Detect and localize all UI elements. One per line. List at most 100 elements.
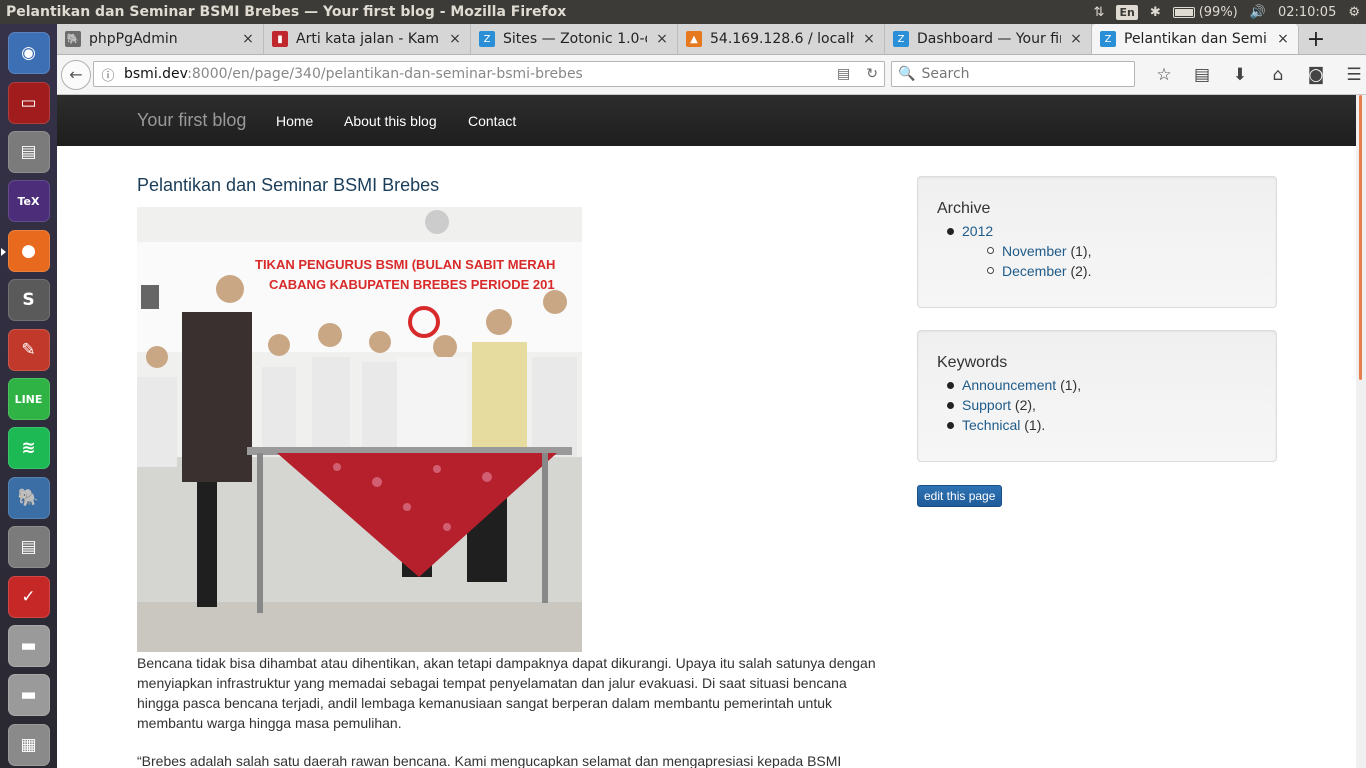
firefox-icon: ● [7, 229, 50, 272]
browser-tab[interactable]: ▲ 54.169.128.6 / localhos × [678, 24, 885, 54]
launcher-item[interactable]: ✓ [7, 573, 51, 619]
browser-navigation-bar: ← ⓘ bsmi.dev:8000/en/page/340/pelantikan… [57, 55, 1366, 95]
url-text[interactable]: bsmi.dev:8000/en/page/340/pelantikan-dan… [124, 66, 583, 82]
keywords-list: Announcement (1), Support (2), Technical… [947, 375, 1081, 435]
scrollbar-thumb[interactable] [1359, 95, 1362, 380]
texmaker-icon: TeX [7, 180, 50, 223]
keywords-heading: Keywords [937, 354, 1008, 371]
url-bar[interactable]: ⓘ bsmi.dev:8000/en/page/340/pelantikan-d… [93, 61, 885, 87]
network-icon[interactable]: ⇅ [1094, 5, 1105, 20]
window-title: Pelantikan dan Seminar BSMI Brebes — You… [6, 4, 567, 20]
launcher-item[interactable]: TeX [7, 178, 51, 224]
launcher-item[interactable]: ◉ [7, 30, 51, 76]
launcher-item[interactable]: ▬ [7, 672, 51, 718]
launcher-item[interactable]: ≋ [7, 425, 51, 471]
archive-month-link[interactable]: December [1002, 263, 1067, 279]
bookmark-star-icon[interactable]: ☆ [1145, 55, 1183, 95]
keyword-link-technical[interactable]: Technical [962, 417, 1020, 433]
battery-icon [1172, 6, 1195, 18]
photo-banner-line2: CABANG KABUPATEN BREBES PERIODE 201 [269, 277, 555, 292]
bookmarks-menu-icon[interactable]: ▤ [1183, 55, 1221, 95]
drive-icon: ▬ [7, 625, 50, 668]
archive-month-item: November (1), [987, 241, 1091, 261]
tab-close-icon[interactable]: × [241, 31, 255, 47]
keyword-item: Support (2), [947, 395, 1081, 415]
circle-bullet [987, 247, 994, 254]
home-icon[interactable]: ⌂ [1259, 55, 1297, 95]
browser-tab[interactable]: Z Pelantikan dan Semina × [1092, 24, 1299, 54]
tab-favicon-icon: Z [479, 31, 495, 47]
clock[interactable]: 02:10:05 [1278, 5, 1336, 20]
tab-close-icon[interactable]: × [655, 31, 669, 47]
unity-launcher: ◉ ▭ ▤ TeX ● S ✎ LINE ≋ 🐘 ▤ ✓ ▬ ▬ ▦ [0, 24, 57, 768]
ubuntu-dash-icon: ◉ [7, 32, 50, 75]
battery-indicator[interactable]: (99%) [1172, 5, 1238, 20]
launcher-item[interactable]: S [7, 277, 51, 323]
tab-title: 54.169.128.6 / localhos [710, 31, 854, 47]
browser-tab[interactable]: ▮ Arti kata jalan - Kamus × [264, 24, 471, 54]
pocket-icon[interactable]: ◙ [1297, 55, 1335, 95]
archive-heading: Archive [937, 200, 991, 217]
browser-tab[interactable]: Z Dashboard — Your fir × [885, 24, 1092, 54]
reload-icon[interactable]: ↻ [866, 66, 878, 82]
keyboard-layout-indicator[interactable]: En [1116, 4, 1138, 20]
search-icon: 🔍 [898, 66, 916, 82]
bullet [947, 402, 954, 409]
volume-icon[interactable]: 🔊 [1250, 5, 1266, 20]
tab-close-icon[interactable]: × [1069, 31, 1083, 47]
system-top-panel: Pelantikan dan Seminar BSMI Brebes — You… [0, 0, 1366, 24]
tab-close-icon[interactable]: × [862, 31, 876, 47]
search-bar[interactable]: 🔍 Search [891, 61, 1135, 87]
back-button[interactable]: ← [61, 59, 91, 90]
post-paragraph-2: “Brebes adalah salah satu daerah rawan b… [137, 753, 842, 768]
launcher-item[interactable]: ▬ [7, 623, 51, 669]
drive-2-icon: ▬ [7, 674, 50, 717]
post-title: Pelantikan dan Seminar BSMI Brebes [137, 175, 440, 195]
keyword-count: (2), [1011, 397, 1036, 413]
site-info-icon[interactable]: ⓘ [98, 65, 118, 84]
edit-page-button[interactable]: edit this page [917, 485, 1003, 507]
new-tab-button[interactable]: + [1299, 24, 1333, 54]
power-gear-icon[interactable]: ⚙ [1348, 5, 1360, 20]
line-app-icon: LINE [7, 378, 50, 421]
browser-tab[interactable]: 🐘 phpPgAdmin × [57, 24, 264, 54]
launcher-item[interactable]: 🐘 [7, 475, 51, 521]
archive-widget: Archive 2012 November (1), December (2). [917, 176, 1277, 308]
launcher-item[interactable]: LINE [7, 376, 51, 422]
keyword-link-support[interactable]: Support [962, 397, 1011, 413]
reader-view-icon[interactable]: ▤ [837, 66, 850, 82]
launcher-item[interactable]: ▭ [7, 79, 51, 125]
launcher-item[interactable]: ▦ [7, 722, 51, 768]
url-path: :8000/en/page/340/pelantikan-dan-seminar… [187, 66, 583, 82]
nav-link-home[interactable]: Home [276, 113, 313, 129]
launcher-item[interactable]: ▤ [7, 129, 51, 175]
bluetooth-icon[interactable]: ✱ [1150, 5, 1161, 20]
tab-close-icon[interactable]: × [1276, 31, 1290, 47]
tab-close-icon[interactable]: × [448, 31, 462, 47]
browser-tab[interactable]: Z Sites — Zotonic 1.0-de × [471, 24, 678, 54]
downloads-icon[interactable]: ⬇ [1221, 55, 1259, 95]
post-paragraph-1: Bencana tidak bisa dihambat atau dihenti… [137, 655, 876, 731]
tab-title: phpPgAdmin [89, 31, 178, 47]
pgadmin-icon: 🐘 [7, 476, 50, 519]
archive-year-link[interactable]: 2012 [962, 223, 993, 239]
indicator-area: ⇅ En ✱ (99%) 🔊 02:10:05 ⚙ [1094, 0, 1366, 24]
launcher-item[interactable]: ▤ [7, 524, 51, 570]
archive-month-link[interactable]: November [1002, 243, 1067, 259]
tab-favicon-icon: 🐘 [65, 31, 81, 47]
nav-link-about[interactable]: About this blog [344, 113, 437, 129]
nav-link-contact[interactable]: Contact [468, 113, 516, 129]
tab-title: Arti kata jalan - Kamus [296, 31, 440, 47]
archive-list: 2012 November (1), December (2). [947, 221, 1091, 281]
tab-title: Dashboard — Your fir [917, 31, 1061, 47]
sublime-text-icon: S [7, 279, 50, 322]
site-brand[interactable]: Your first blog [137, 110, 246, 131]
bullet [947, 382, 954, 389]
launcher-item[interactable]: ✎ [7, 326, 51, 372]
trash-icon: ▦ [7, 723, 50, 766]
hamburger-menu-icon[interactable]: ☰ [1335, 55, 1366, 95]
tab-favicon-icon: Z [893, 31, 909, 47]
page-scrollbar[interactable] [1356, 95, 1366, 768]
keyword-link-announcement[interactable]: Announcement [962, 377, 1056, 393]
launcher-item[interactable]: ● [0, 228, 51, 274]
